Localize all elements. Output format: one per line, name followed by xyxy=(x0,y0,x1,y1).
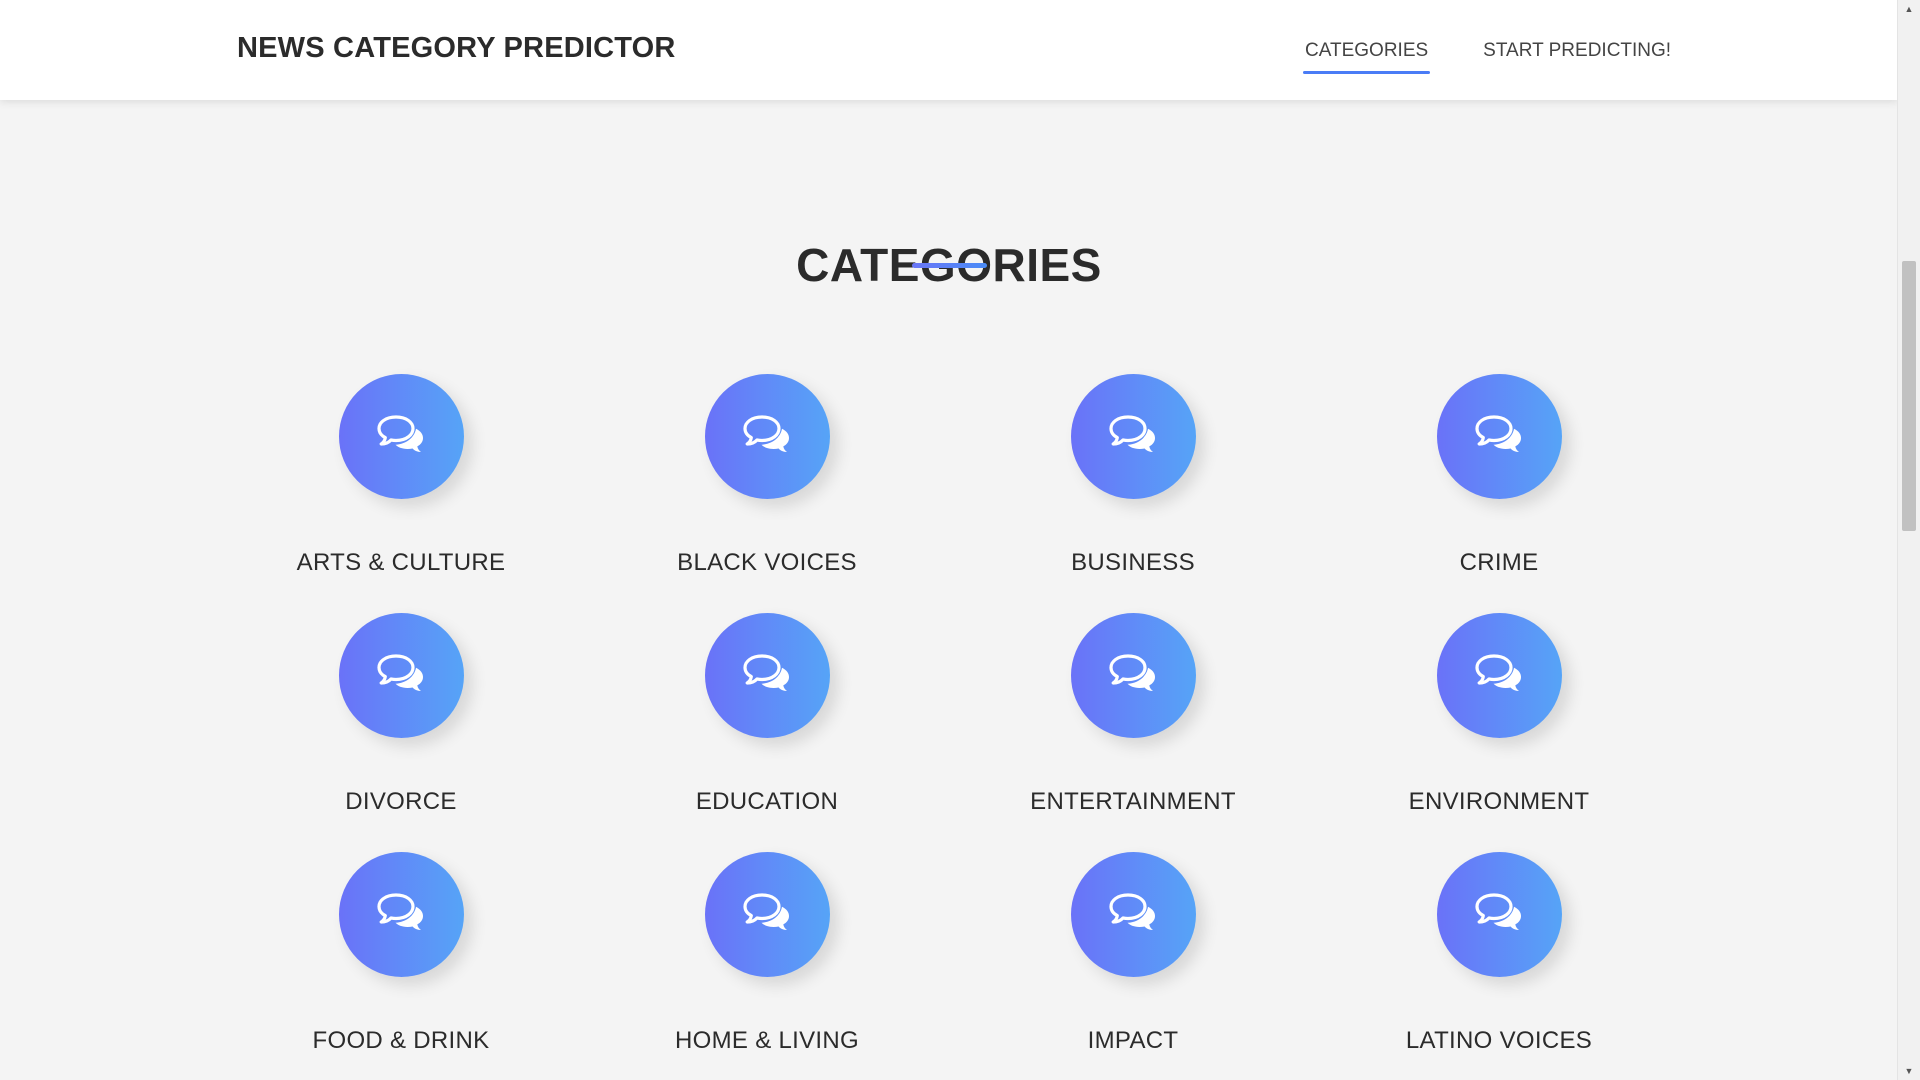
vertical-scrollbar[interactable]: ▲ ▼ xyxy=(1897,0,1920,1080)
chat-bubbles-icon xyxy=(742,652,792,699)
scrollbar-thumb[interactable] xyxy=(1902,261,1916,531)
chat-bubbles-icon xyxy=(376,652,426,699)
category-card[interactable]: DIVORCE xyxy=(218,613,584,852)
category-icon-circle xyxy=(704,852,830,977)
site-brand[interactable]: NEWS CATEGORY PREDICTOR xyxy=(237,32,676,65)
category-card[interactable]: CRIME xyxy=(1316,374,1682,613)
category-label: DIVORCE xyxy=(345,788,457,815)
category-icon-circle xyxy=(338,852,464,977)
category-label: LATINO VOICES xyxy=(1405,1027,1593,1054)
category-card[interactable]: EDUCATION xyxy=(584,613,950,852)
category-icon-circle xyxy=(1070,852,1196,977)
category-label: FOOD & DRINK xyxy=(312,1027,490,1054)
category-icon-circle xyxy=(704,374,830,499)
category-label: ARTS & CULTURE xyxy=(296,549,506,576)
category-icon-circle xyxy=(704,613,830,738)
chat-bubbles-icon xyxy=(376,891,426,938)
category-card[interactable]: BLACK VOICES xyxy=(584,374,950,613)
top-navbar: NEWS CATEGORY PREDICTOR CATEGORIES START… xyxy=(0,0,1898,100)
title-underline xyxy=(912,263,987,268)
category-card[interactable]: ENTERTAINMENT xyxy=(950,613,1316,852)
chat-bubbles-icon xyxy=(1108,891,1158,938)
chat-bubbles-icon xyxy=(1474,413,1524,460)
main-nav: CATEGORIES START PREDICTING! xyxy=(1302,40,1671,74)
nav-item-categories[interactable]: CATEGORIES xyxy=(1302,40,1431,74)
scroll-down-arrow-icon[interactable]: ▼ xyxy=(1898,1062,1920,1080)
category-label: ENVIRONMENT xyxy=(1408,788,1590,815)
category-icon-circle xyxy=(338,374,464,499)
category-icon-circle xyxy=(338,613,464,738)
category-label: IMPACT xyxy=(1087,1027,1179,1054)
nav-item-start-predicting[interactable]: START PREDICTING! xyxy=(1483,40,1671,74)
category-label: EDUCATION xyxy=(695,788,839,815)
category-label: BLACK VOICES xyxy=(677,549,857,576)
chat-bubbles-icon xyxy=(1474,652,1524,699)
category-card[interactable]: ARTS & CULTURE xyxy=(218,374,584,613)
category-card[interactable]: LATINO VOICES xyxy=(1316,852,1682,1080)
category-icon-circle xyxy=(1436,852,1562,977)
category-card[interactable]: BUSINESS xyxy=(950,374,1316,613)
chat-bubbles-icon xyxy=(742,413,792,460)
category-label: ENTERTAINMENT xyxy=(1030,788,1236,815)
chat-bubbles-icon xyxy=(742,891,792,938)
scroll-up-arrow-icon[interactable]: ▲ xyxy=(1898,0,1920,18)
categories-grid: ARTS & CULTURE BLACK VOICES BUSINESS CRI… xyxy=(218,374,1680,1080)
chat-bubbles-icon xyxy=(1474,891,1524,938)
category-icon-circle xyxy=(1070,613,1196,738)
page: NEWS CATEGORY PREDICTOR CATEGORIES START… xyxy=(0,0,1920,1080)
category-icon-circle xyxy=(1436,374,1562,499)
category-icon-circle xyxy=(1436,613,1562,738)
category-icon-circle xyxy=(1070,374,1196,499)
chat-bubbles-icon xyxy=(1108,652,1158,699)
category-label: CRIME xyxy=(1459,549,1539,576)
category-card[interactable]: IMPACT xyxy=(950,852,1316,1080)
chat-bubbles-icon xyxy=(376,413,426,460)
category-card[interactable]: HOME & LIVING xyxy=(584,852,950,1080)
category-card[interactable]: ENVIRONMENT xyxy=(1316,613,1682,852)
chat-bubbles-icon xyxy=(1108,413,1158,460)
category-label: HOME & LIVING xyxy=(675,1027,859,1054)
category-card[interactable]: FOOD & DRINK xyxy=(218,852,584,1080)
category-label: BUSINESS xyxy=(1071,549,1195,576)
